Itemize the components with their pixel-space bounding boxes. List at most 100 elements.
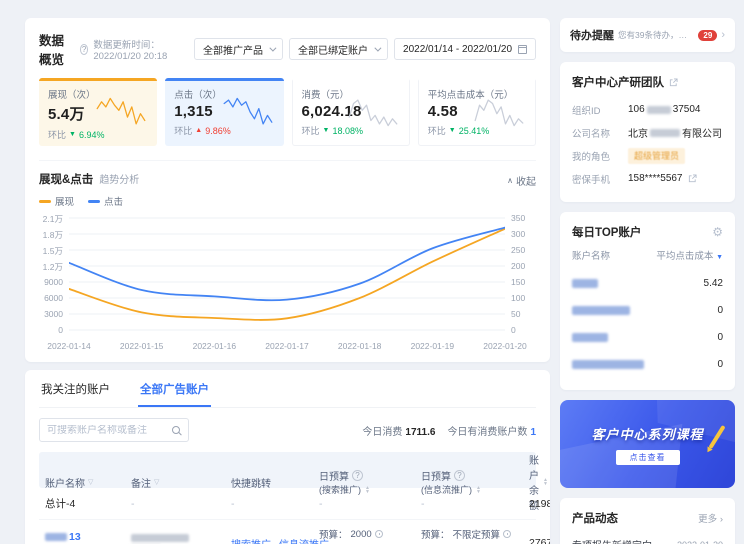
top-account-row[interactable]: 5.42 [572, 270, 723, 297]
trend-down-icon: ▼ [322, 127, 330, 134]
trend-section-header: 展现&点击 趋势分析 ∧ 收起 [39, 160, 536, 188]
team-title: 客户中心产研团队 [572, 77, 664, 89]
pencil-icon [708, 424, 726, 450]
overview-title: 数据概览 [39, 34, 65, 67]
today-spend: 今日消费 1711.6 [362, 426, 436, 438]
redacted-account-name [572, 306, 630, 315]
todo-reminder-card[interactable]: 待办提醒 您有39条待办，请尽快处理！ 29 › [560, 18, 735, 52]
sort-down-icon: ▼ [716, 254, 723, 261]
filter-icon[interactable]: ▽ [154, 478, 159, 486]
right-sidebar: 待办提醒 您有39条待办，请尽快处理！ 29 › 客户中心产研团队 组织ID 1… [560, 18, 735, 544]
account-search[interactable] [39, 418, 189, 442]
product-news-more-link[interactable]: 更多 › [698, 511, 723, 525]
trend-up-icon: ▲ [195, 127, 203, 134]
top-account-row[interactable]: 0 [572, 297, 723, 324]
external-link-icon[interactable] [669, 77, 678, 87]
chart-legend: 展现 点击 [39, 194, 536, 208]
course-banner[interactable]: 客户中心系列课程 点击查看 [560, 400, 735, 488]
sparkline-chart [474, 99, 524, 127]
stat-card-impressions[interactable]: 展现（次） 5.4万 环比 ▼ 6.94% [39, 78, 158, 146]
team-company-row: 公司名称 北京 有限公司 [572, 128, 722, 140]
stat-cards: 展现（次） 5.4万 环比 ▼ 6.94% 点击（次） 1,315 环比 ▲ 9… [39, 78, 536, 146]
sparkline-chart [96, 97, 146, 125]
data-overview-card: 数据概览 ? 数据更新时间：2022/01/20 20:18 全部推广产品 全部… [25, 18, 550, 362]
gear-icon[interactable]: ⚙ [712, 225, 723, 239]
filter-icon[interactable]: ▽ [88, 478, 93, 486]
account-name-link[interactable]: 13 [69, 531, 81, 543]
chevron-down-icon [269, 44, 277, 52]
sparkline-chart [348, 99, 398, 127]
remark-cell [125, 531, 225, 544]
role-badge: 超级管理员 [628, 147, 686, 164]
search-input[interactable] [47, 424, 166, 436]
date-range-picker[interactable]: 2022/01/14 - 2022/01/20 [394, 38, 536, 60]
search-icon[interactable] [172, 425, 181, 435]
tab-all-ad-accounts[interactable]: 全部广告账户 [138, 370, 211, 407]
today-spend-accounts: 今日有消费账户数 1 [447, 426, 536, 438]
stat-card-avg-cpc[interactable]: 平均点击成本（元） 4.58 环比 ▼ 25.41% [417, 78, 536, 146]
account-filter-value: 全部已绑定账户 [298, 45, 369, 57]
sort-by-cpc[interactable]: 平均点击成本 ▼ [656, 248, 723, 262]
tab-followed-accounts[interactable]: 我关注的账户 [39, 370, 112, 407]
stat-trend: 环比 ▼ 6.94% [48, 129, 105, 141]
legend-swatch [88, 199, 101, 203]
redacted-account-name [572, 333, 608, 342]
team-phone-row: 密保手机 158****5567 [572, 167, 723, 190]
info-icon[interactable]: ? [352, 470, 363, 481]
team-info-card: 客户中心产研团队 组织ID 106 37504 公司名称 北京 有限公司 我的角… [560, 62, 735, 202]
news-card: 产品动态 更多 › 专项报告新增定向受众报告... 2022-01-20 自动出… [560, 498, 735, 544]
redacted-remark [131, 533, 189, 542]
todo-text: 您有39条待办，请尽快处理！ [618, 30, 695, 40]
top-account-row[interactable]: 0 [572, 351, 723, 378]
clock-icon[interactable] [503, 530, 512, 538]
totals-label: 总计-4 [45, 498, 76, 510]
clock-icon[interactable] [374, 530, 383, 538]
trend-down-icon: ▼ [448, 127, 456, 134]
accounts-table: 账户名称 ▽ 备注 ▽ 快捷跳转 日预算? (搜索推广) ▲ ▼ 日预算? (信息流推广 [39, 452, 550, 544]
account-filter-select[interactable]: 全部已绑定账户 [289, 38, 389, 60]
main-column: 数据概览 ? 数据更新时间：2022/01/20 20:18 全部推广产品 全部… [25, 18, 550, 544]
balance-cell: 27671.87 [529, 537, 550, 544]
stat-card-clicks[interactable]: 点击（次） 1,315 环比 ▲ 9.86% [165, 78, 284, 146]
info-icon[interactable]: ? [454, 470, 465, 481]
news-item[interactable]: 专项报告新增定向受众报告... 2022-01-20 [572, 537, 723, 544]
legend-swatch [39, 199, 51, 203]
sort-icon[interactable]: ▲ ▼ [543, 478, 548, 487]
edit-icon[interactable] [688, 174, 697, 183]
collapse-toggle[interactable]: ∧ 收起 [507, 173, 536, 188]
overview-filters: 全部推广产品 全部已绑定账户 2022/01/14 - 2022/01/20 [194, 38, 536, 60]
header-budget-search[interactable]: 日预算? (搜索推广) ▲ ▼ [313, 468, 415, 496]
overview-header: 数据概览 ? 数据更新时间：2022/01/20 20:18 全部推广产品 全部… [39, 30, 536, 68]
dashboard-page: 数据概览 ? 数据更新时间：2022/01/20 20:18 全部推广产品 全部… [0, 0, 744, 544]
team-role-row: 我的角色 超级管理员 [572, 144, 723, 167]
banner-view-button[interactable]: 点击查看 [615, 449, 680, 465]
chevron-up-icon: ∧ [507, 176, 513, 185]
top-accounts-header: 账户名称 平均点击成本 ▼ [572, 248, 723, 262]
legend-impressions[interactable]: 展现 [39, 194, 74, 208]
sparkline-chart [223, 97, 272, 125]
info-icon[interactable]: ? [79, 43, 89, 55]
top-account-row[interactable]: 0 [572, 324, 723, 351]
totals-balance: 219827.52 [529, 497, 550, 510]
stat-card-spend[interactable]: 消费（元） 6,024.18 环比 ▼ 18.08% [291, 78, 410, 146]
header-quick-links: 快捷跳转 [231, 478, 271, 490]
team-org-id-row: 组织ID 106 37504 [572, 104, 701, 117]
table-header-row: 账户名称 ▽ 备注 ▽ 快捷跳转 日预算? (搜索推广) ▲ ▼ 日预算? (信息流推广 [39, 452, 548, 512]
sort-icon[interactable]: ▲ ▼ [476, 485, 481, 494]
header-account-name[interactable]: 账户名称 ▽ [39, 475, 125, 490]
product-filter-value: 全部推广产品 [203, 45, 264, 57]
accounts-card: 我关注的账户 全部广告账户 今日消费1711.6 今日有消费账户数1 账户名称▽ [25, 370, 550, 544]
search-promo-link[interactable]: 搜索推广 [231, 536, 271, 544]
redacted-text [650, 128, 680, 137]
chevron-down-icon [374, 44, 382, 52]
sort-icon[interactable]: ▲ ▼ [365, 485, 370, 494]
table-toolbar: 今日消费1711.6 今日有消费账户数1 [39, 418, 536, 442]
product-filter-select[interactable]: 全部推广产品 [194, 38, 284, 60]
todo-count-badge: 29 [698, 29, 718, 41]
today-summary: 今日消费 1711.6 今日有消费账户数 1 [362, 423, 536, 438]
chevron-right-icon[interactable]: › [721, 29, 725, 41]
header-remark[interactable]: 备注 ▽ [125, 475, 225, 490]
banner-title: 客户中心系列课程 [591, 426, 704, 442]
header-budget-feed[interactable]: 日预算? (信息流推广) ▲ ▼ [415, 468, 523, 496]
legend-clicks[interactable]: 点击 [88, 194, 123, 208]
